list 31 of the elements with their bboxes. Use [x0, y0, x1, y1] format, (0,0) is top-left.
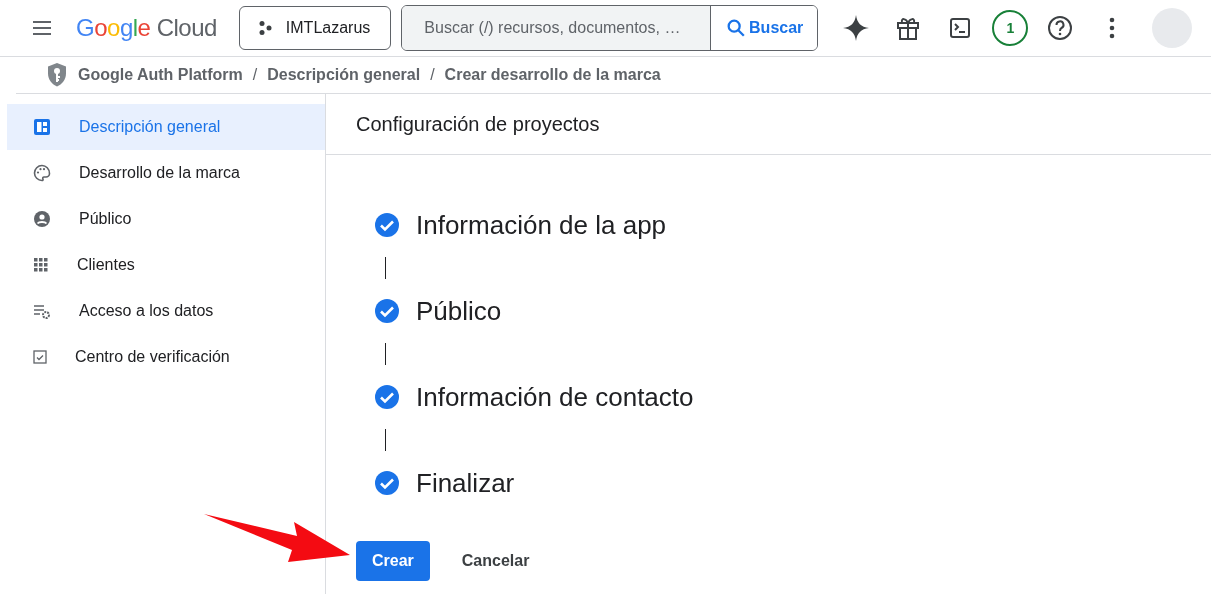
step-label: Público — [416, 295, 502, 327]
page-title: Configuración de proyectos — [326, 94, 1211, 155]
breadcrumb-separator: / — [252, 66, 258, 84]
step-label: Información de contacto — [416, 381, 694, 413]
dashboard-icon — [33, 118, 51, 136]
project-picker[interactable]: IMTLazarus — [238, 6, 392, 50]
sidebar-item[interactable]: Público — [7, 196, 325, 242]
shield-key-icon — [46, 62, 68, 88]
sidebar-item[interactable]: Desarrollo de la marca — [7, 150, 325, 196]
step-label: Finalizar — [416, 467, 515, 499]
breadcrumb-separator: / — [430, 66, 435, 84]
project-icon — [257, 20, 274, 36]
breadcrumb-link[interactable]: Crear desarrollo de la marca — [444, 66, 661, 84]
checkbox-icon — [33, 350, 47, 364]
step-label: Información de la app — [416, 209, 667, 241]
grid-icon — [33, 257, 49, 273]
palette-icon — [33, 164, 51, 182]
cancel-button[interactable]: Cancelar — [445, 541, 546, 581]
notification-count[interactable]: 1 — [992, 10, 1029, 46]
search-field[interactable]: Buscar (/) recursos, documentos, … Buscar — [401, 5, 819, 51]
breadcrumb-link[interactable]: Google Auth Platform — [78, 66, 243, 84]
breadcrumb-link[interactable]: Descripción general — [267, 66, 421, 84]
create-button[interactable]: Crear — [356, 541, 430, 581]
search-button[interactable]: Buscar — [710, 6, 818, 50]
logo[interactable]: Google Cloud — [76, 14, 217, 42]
sidebar-item[interactable]: Acceso a los datos — [7, 288, 325, 334]
sidebar-item[interactable]: Clientes — [7, 242, 325, 288]
person-icon — [33, 210, 51, 228]
sidebar-item[interactable]: Centro de verificación — [7, 334, 325, 380]
list-settings-icon — [33, 303, 51, 319]
sidebar-item[interactable]: Descripción general — [7, 104, 325, 150]
